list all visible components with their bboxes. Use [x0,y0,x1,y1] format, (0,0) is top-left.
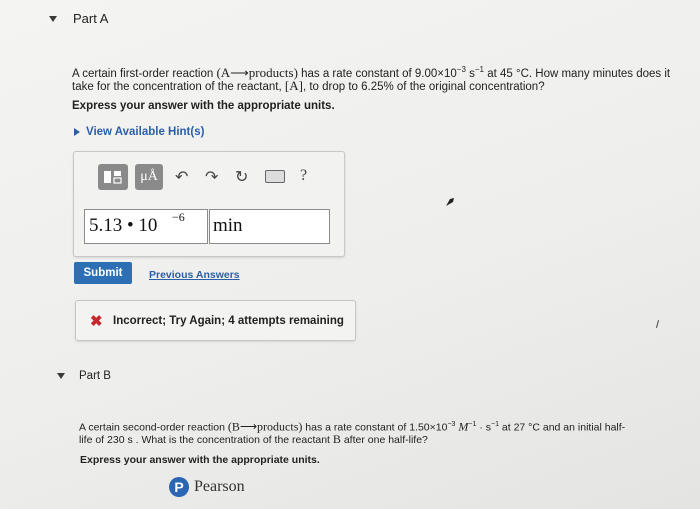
undo-icon[interactable]: ↶ [175,167,188,187]
pearson-brand: Pearson [194,478,245,495]
part-a-instruction: Express your answer with the appropriate… [72,100,335,112]
answer-value-field[interactable]: 5.13 • 10 −6 [84,209,208,244]
templates-icon [104,171,122,184]
answer-editor: μÅ ↶ ↷ ↻ ? 5.13 • 10 −6 min [73,151,345,257]
hint-link-label: View Available Hint(s) [86,126,205,138]
mouse-cursor-icon [446,198,454,206]
answer-exponent: −6 [172,210,185,224]
reset-icon[interactable]: ↻ [235,167,248,187]
units-button[interactable]: μÅ [135,164,163,190]
pearson-logo-icon: P [169,477,189,497]
redo-icon[interactable]: ↷ [205,167,218,187]
pearson-logo[interactable]: P Pearson [169,477,245,497]
view-hints-link[interactable]: View Available Hint(s) [74,126,204,138]
page: Part A A certain first-order reaction (A… [0,0,700,509]
answer-unit-field[interactable]: min [209,209,330,244]
previous-answers-link[interactable]: Previous Answers [149,269,240,281]
stray-mark [655,320,660,328]
part-a-title[interactable]: Part A [73,11,108,26]
collapse-part-b-icon[interactable] [57,373,65,379]
feedback-box: ✖ Incorrect; Try Again; 4 attempts remai… [75,300,356,341]
answer-unit: min [213,215,243,236]
templates-button[interactable] [98,164,128,190]
incorrect-icon: ✖ [90,313,103,330]
part-b-instruction: Express your answer with the appropriate… [80,454,320,466]
part-b-title[interactable]: Part B [79,370,111,382]
feedback-text: Incorrect; Try Again; 4 attempts remaini… [113,315,344,327]
part-b-question-line-2: life of 230 s . What is the concentratio… [79,432,428,446]
part-a-question-line-2: take for the concentration of the reacta… [72,78,545,93]
help-icon[interactable]: ? [300,167,307,185]
submit-button[interactable]: Submit [74,262,132,284]
answer-value: 5.13 • 10 [89,215,158,236]
collapse-part-a-icon[interactable] [49,16,57,22]
expand-hints-icon [74,128,80,136]
keyboard-icon[interactable] [265,170,285,183]
